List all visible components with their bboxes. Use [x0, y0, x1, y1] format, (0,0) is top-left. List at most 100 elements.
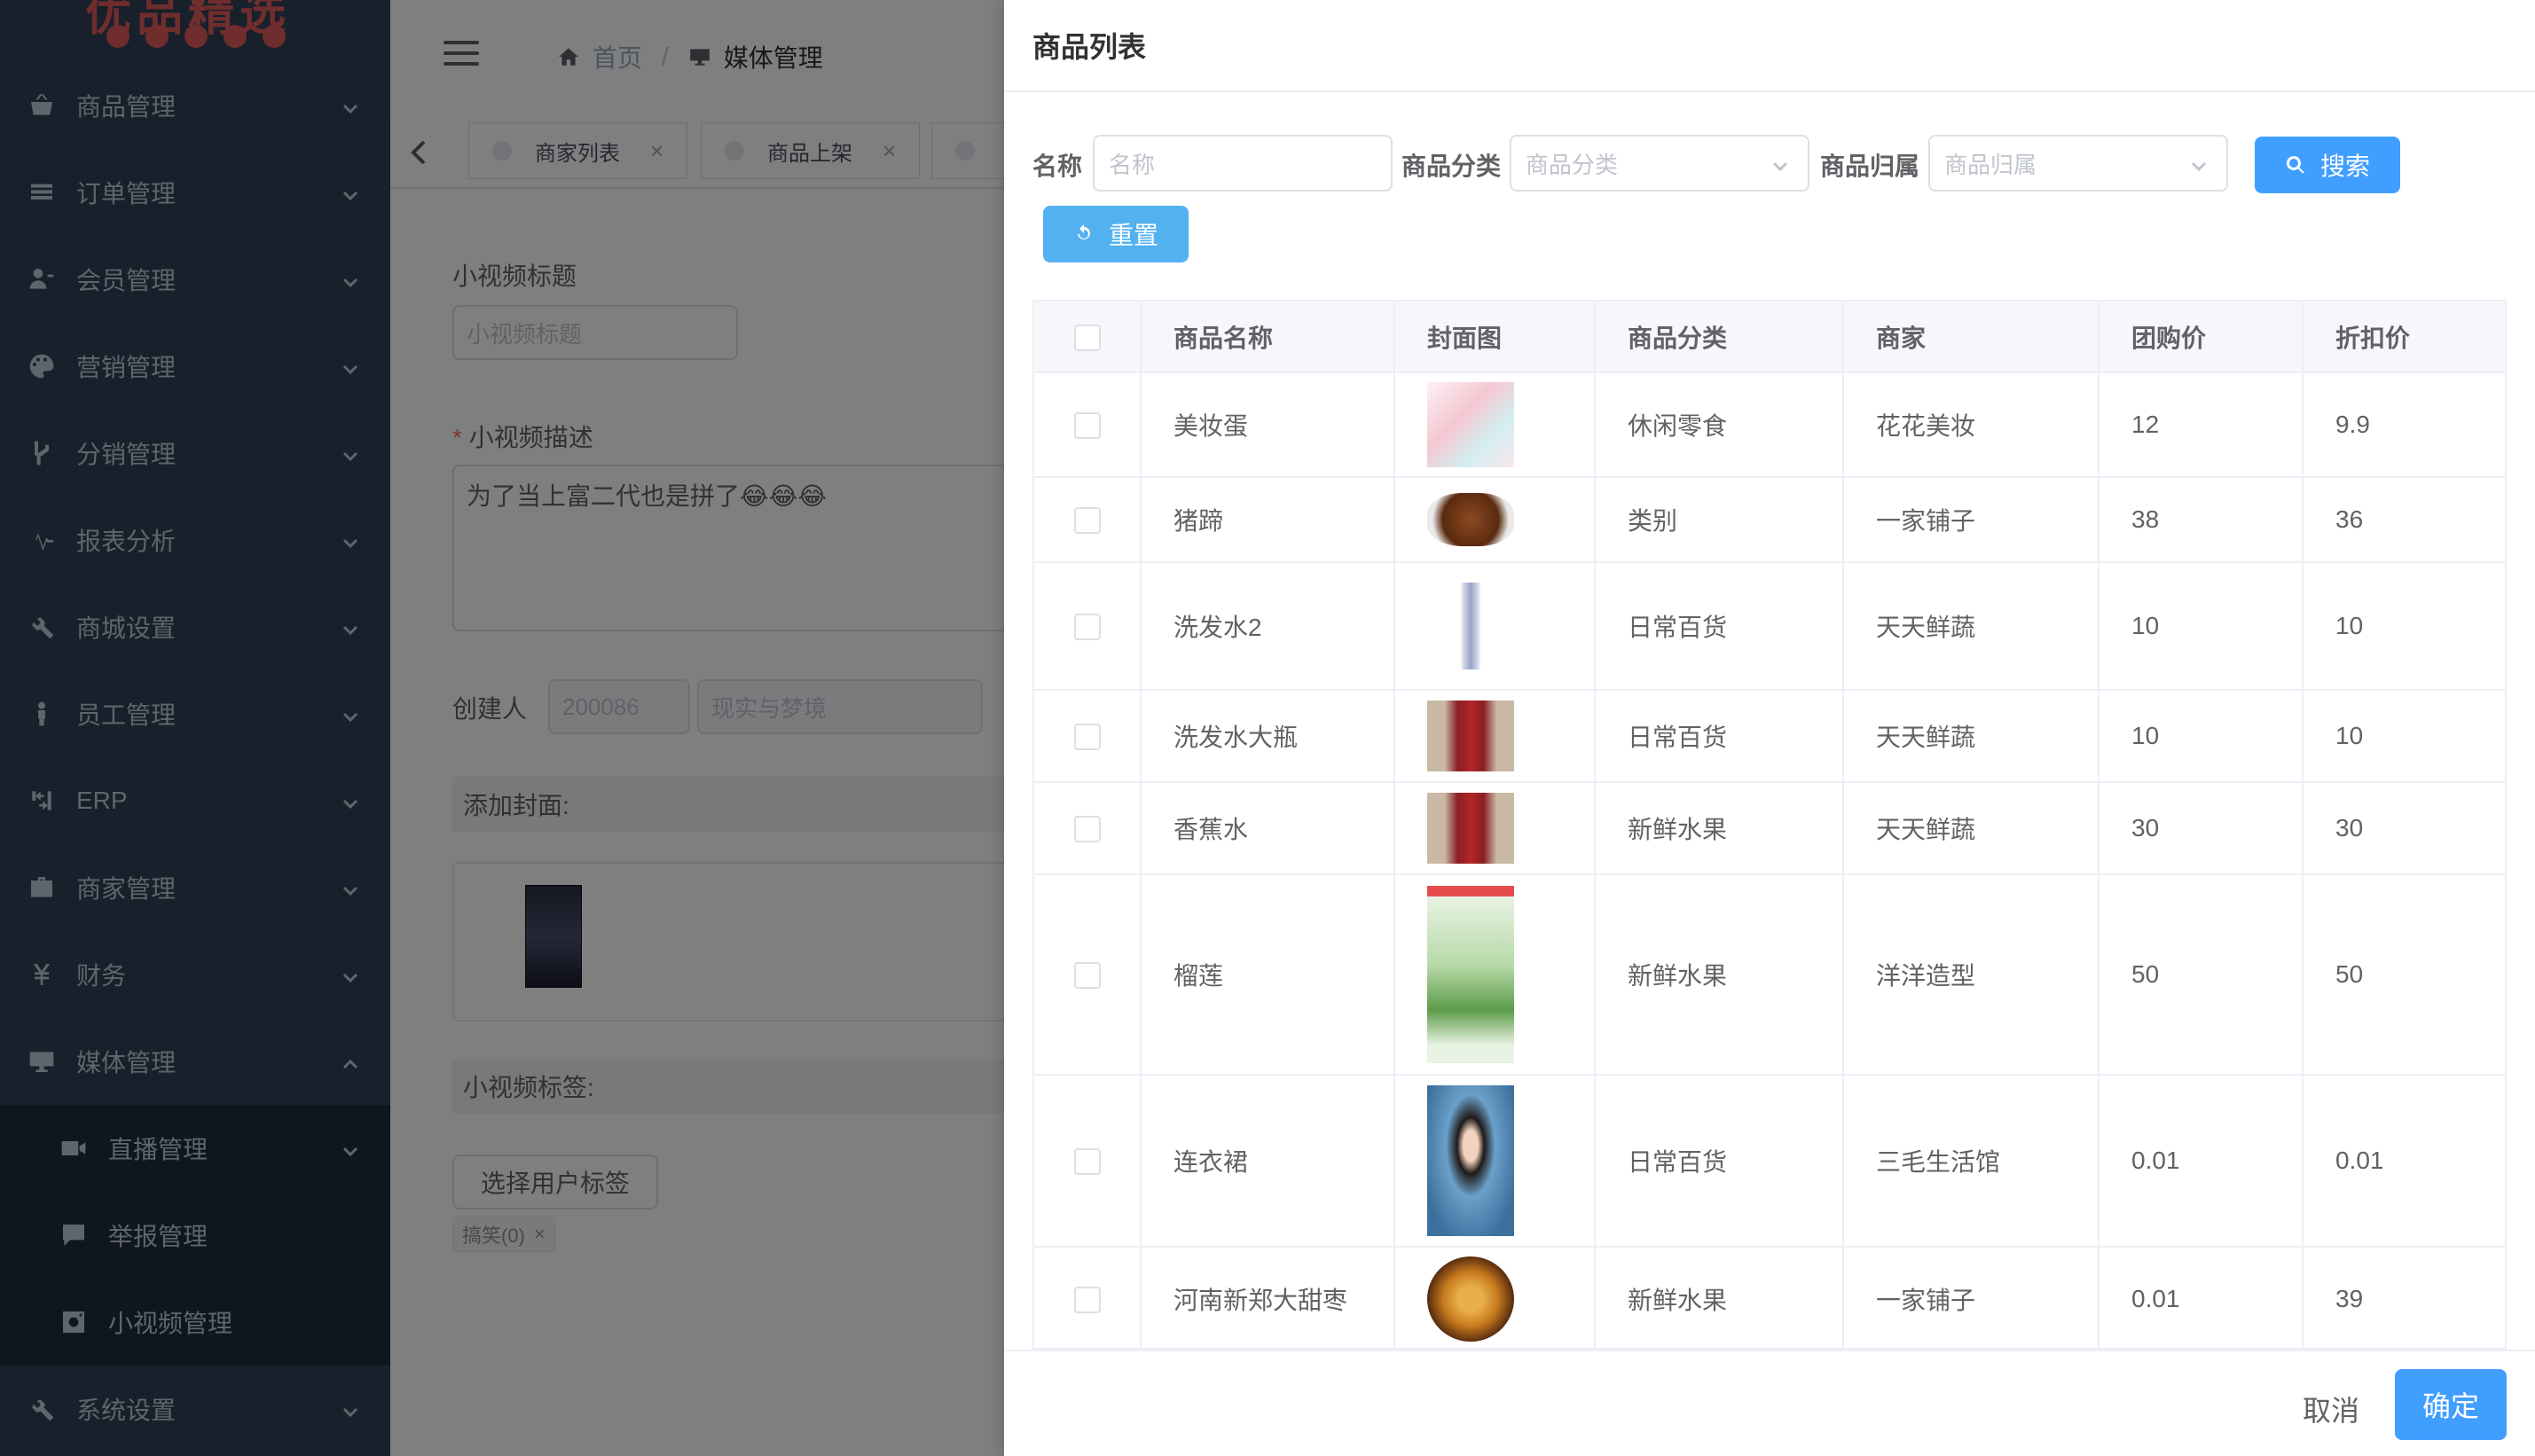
cover-cell: [1394, 1075, 1596, 1248]
discount-price: 39: [2303, 1247, 2505, 1348]
cover-cell: [1394, 372, 1596, 478]
chevron-down-icon: [2189, 154, 2209, 174]
product-thumbnail: [1427, 701, 1514, 771]
search-button-label: 搜索: [2319, 153, 2370, 180]
product-merchant: 花花美妆: [1843, 372, 2099, 478]
column-header: 封面图: [1394, 301, 1596, 373]
product-merchant: 天天鲜蔬: [1843, 562, 2099, 691]
product-thumbnail: [1427, 493, 1514, 546]
group-price: 38: [2099, 477, 2303, 563]
table-row[interactable]: 美妆蛋 休闲零食 花花美妆 12 9.9: [1034, 372, 2505, 478]
reset-button[interactable]: 重置: [1043, 206, 1189, 262]
product-category: 日常百货: [1595, 562, 1844, 691]
search-icon: [2286, 155, 2304, 174]
group-price: 10: [2099, 690, 2303, 783]
discount-price: 10: [2303, 562, 2505, 691]
table-row[interactable]: 香蕉水 新鲜水果 天天鲜蔬 30 30: [1034, 782, 2505, 875]
category-filter-placeholder: 商品分类: [1526, 151, 1619, 178]
select-all-cell: [1034, 301, 1142, 373]
cover-cell: [1394, 782, 1596, 875]
product-category: 新鲜水果: [1595, 1247, 1844, 1348]
row-checkbox[interactable]: [1073, 1287, 1101, 1314]
row-checkbox[interactable]: [1073, 507, 1101, 535]
product-merchant: 三毛生活馆: [1843, 1075, 2099, 1248]
category-filter-label: 商品分类: [1401, 153, 1502, 180]
drawer-footer: 取消 确定: [1004, 1350, 2535, 1456]
group-price: 10: [2099, 562, 2303, 691]
product-thumbnail: [1427, 886, 1514, 1063]
cover-cell: [1394, 874, 1596, 1076]
table-row[interactable]: 猪蹄 类别 一家铺子 38 36: [1034, 477, 2505, 563]
product-table: 商品名称 封面图 商品分类 商家 团购价 折扣价 美妆蛋 休闲零食 花花美妆 1…: [1032, 300, 2507, 1350]
table-row[interactable]: 榴莲 新鲜水果 洋洋造型 50 50: [1034, 874, 2505, 1076]
cover-cell: [1394, 690, 1596, 783]
table-row[interactable]: 洗发水2 日常百货 天天鲜蔬 10 10: [1034, 562, 2505, 691]
product-name: 洗发水大瓶: [1141, 690, 1395, 783]
owner-filter-label: 商品归属: [1820, 153, 1920, 180]
table-row[interactable]: 洗发水大瓶 日常百货 天天鲜蔬 10 10: [1034, 690, 2505, 783]
product-name: 香蕉水: [1141, 782, 1395, 875]
product-thumbnail: [1427, 793, 1514, 864]
category-filter-select[interactable]: 商品分类: [1510, 135, 1809, 192]
product-category: 日常百货: [1595, 690, 1844, 783]
name-filter-input[interactable]: 名称: [1093, 135, 1393, 192]
product-merchant: 一家铺子: [1843, 1247, 2099, 1348]
product-thumbnail: [1427, 583, 1514, 669]
product-category: 类别: [1595, 477, 1844, 563]
product-category: 新鲜水果: [1595, 874, 1844, 1076]
table-row[interactable]: 连衣裙 日常百货 三毛生活馆 0.01 0.01: [1034, 1075, 2505, 1248]
owner-filter-select[interactable]: 商品归属: [1928, 135, 2228, 192]
refresh-icon: [1077, 224, 1090, 239]
column-header: 折扣价: [2303, 301, 2505, 373]
chevron-down-icon: [1770, 154, 1790, 174]
table-header-row: 商品名称 封面图 商品分类 商家 团购价 折扣价: [1034, 301, 2505, 373]
discount-price: 9.9: [2303, 372, 2505, 478]
product-thumbnail: [1427, 1256, 1514, 1342]
drawer-title: 商品列表: [1004, 0, 2535, 92]
discount-price: 36: [2303, 477, 2505, 563]
cover-cell: [1394, 562, 1596, 691]
discount-price: 50: [2303, 874, 2505, 1076]
row-checkbox[interactable]: [1073, 724, 1101, 751]
discount-price: 10: [2303, 690, 2505, 783]
column-header: 商品名称: [1141, 301, 1395, 373]
select-all-checkbox[interactable]: [1073, 324, 1101, 351]
group-price: 30: [2099, 782, 2303, 875]
product-list-drawer: 商品列表 名称 名称 商品分类 商品分类 商品归属 商品归属 搜索 重置 商品名…: [1004, 0, 2535, 1456]
group-price: 0.01: [2099, 1075, 2303, 1248]
row-checkbox[interactable]: [1073, 962, 1101, 990]
product-name: 猪蹄: [1141, 477, 1395, 563]
product-merchant: 洋洋造型: [1843, 874, 2099, 1076]
product-name: 连衣裙: [1141, 1075, 1395, 1248]
discount-price: 0.01: [2303, 1075, 2505, 1248]
product-thumbnail: [1427, 382, 1514, 467]
search-button[interactable]: 搜索: [2255, 137, 2400, 193]
row-checkbox[interactable]: [1073, 1148, 1101, 1176]
product-name: 美妆蛋: [1141, 372, 1395, 478]
row-checkbox[interactable]: [1073, 816, 1101, 843]
table-row[interactable]: 河南新郑大甜枣 新鲜水果 一家铺子 0.01 39: [1034, 1247, 2505, 1348]
product-merchant: 一家铺子: [1843, 477, 2099, 563]
column-header: 团购价: [2099, 301, 2303, 373]
cover-cell: [1394, 1247, 1596, 1348]
product-name: 榴莲: [1141, 874, 1395, 1076]
cancel-button[interactable]: 取消: [2303, 1389, 2359, 1429]
product-thumbnail: [1427, 1085, 1514, 1236]
product-name: 河南新郑大甜枣: [1141, 1247, 1395, 1348]
group-price: 0.01: [2099, 1247, 2303, 1348]
row-checkbox[interactable]: [1073, 614, 1101, 641]
group-price: 50: [2099, 874, 2303, 1076]
confirm-button[interactable]: 确定: [2395, 1369, 2507, 1440]
product-category: 日常百货: [1595, 1075, 1844, 1248]
product-name: 洗发水2: [1141, 562, 1395, 691]
row-checkbox[interactable]: [1073, 412, 1101, 440]
owner-filter-placeholder: 商品归属: [1944, 151, 2037, 178]
product-category: 休闲零食: [1595, 372, 1844, 478]
reset-button-label: 重置: [1108, 222, 1158, 249]
product-merchant: 天天鲜蔬: [1843, 782, 2099, 875]
column-header: 商家: [1843, 301, 2099, 373]
group-price: 12: [2099, 372, 2303, 478]
modal-mask[interactable]: [0, 0, 1004, 1456]
column-header: 商品分类: [1595, 301, 1844, 373]
cover-cell: [1394, 477, 1596, 563]
